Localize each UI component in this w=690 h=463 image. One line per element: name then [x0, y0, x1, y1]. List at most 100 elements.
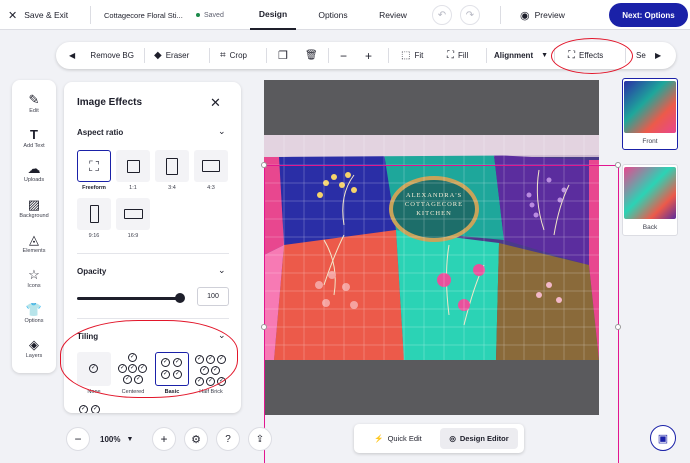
divider	[77, 318, 229, 319]
sidebar-item-label: Options	[24, 318, 44, 324]
zoom-dropdown[interactable]: 100% ▼	[100, 427, 145, 451]
opacity-slider-track[interactable]	[77, 297, 181, 300]
share-button[interactable]: ⇪	[248, 427, 272, 451]
ratio-16-9[interactable]: 16:9	[116, 198, 150, 239]
redo-button[interactable]: ↷	[460, 5, 480, 25]
editor-mode-switch: ⚡ Quick Edit ◎ Design Editor	[354, 424, 524, 453]
divider	[77, 253, 229, 254]
next-options-button[interactable]: Next: Options	[609, 3, 688, 27]
ratio-freeform[interactable]: ⛶ Freeform	[77, 150, 111, 191]
elements-icon: ◬	[29, 232, 39, 247]
selection-border-right	[618, 165, 619, 463]
fit-icon: ⬚	[401, 50, 411, 61]
resize-handle[interactable]	[261, 324, 267, 330]
question-icon: ?	[225, 433, 231, 445]
more-tools-button[interactable]: Se	[636, 42, 646, 69]
ratio-4-3[interactable]: 4:3	[194, 150, 228, 191]
zoom-in-image-button[interactable]: +	[365, 42, 372, 69]
artwork-image[interactable]: ALEXANDRA'S COTTAGECORE KITCHEN	[264, 135, 599, 360]
undo-button[interactable]: ↶	[432, 5, 452, 25]
eraser-button[interactable]: ◆ Eraser	[154, 42, 189, 69]
chevron-down-icon[interactable]: ⌄	[218, 265, 226, 276]
upload-cloud-icon: ☁	[27, 161, 41, 176]
divider	[144, 48, 145, 63]
sidebar-item-icons[interactable]: ☆ Icons	[12, 268, 56, 289]
page-label: Back	[642, 224, 658, 231]
redo-icon: ↷	[465, 9, 475, 21]
duplicate-button[interactable]: ❐	[278, 42, 288, 69]
badge-line: KITCHEN	[416, 210, 452, 217]
minus-icon: −	[340, 48, 348, 63]
tab-options[interactable]: Options	[310, 0, 356, 30]
sidebar-item-uploads[interactable]: ☁ Uploads	[12, 162, 56, 183]
tiling-more[interactable]: ✓ ✓	[77, 405, 111, 413]
magic-wand-icon: ✎	[28, 92, 40, 107]
back-thumbnail-image	[624, 167, 676, 219]
opacity-slider-thumb[interactable]	[175, 293, 185, 303]
sidebar-item-label: Add Text	[23, 143, 45, 149]
sidebar-item-label: Icons	[27, 283, 41, 289]
ratio-label: Freeform	[82, 185, 106, 191]
ratio-tile	[155, 150, 189, 182]
sidebar-item-options[interactable]: 👕 Options	[12, 303, 56, 324]
save-exit-button[interactable]: ✕ Save & Exit	[8, 0, 68, 30]
resize-handle[interactable]	[615, 324, 621, 330]
settings-button[interactable]: ⚙	[184, 427, 208, 451]
chevron-left-icon: ◀	[69, 51, 76, 60]
sidebar-item-background[interactable]: ▨ Background	[12, 198, 56, 219]
caret-down-icon: ▼	[541, 52, 549, 59]
toolbar-scroll-right[interactable]: ▶	[655, 42, 661, 69]
duplicate-icon: ❐	[278, 50, 288, 62]
preview-button[interactable]: ◉ Preview	[520, 0, 565, 30]
minus-icon: −	[74, 432, 82, 446]
fill-button[interactable]: ⛶ Fill	[447, 42, 468, 69]
ratio-1-1[interactable]: 1:1	[116, 150, 150, 191]
zoom-in-button[interactable]: +	[152, 427, 176, 451]
page-thumb-back[interactable]: Back	[622, 164, 678, 236]
quick-edit-label: Quick Edit	[387, 434, 422, 443]
toolbar-scroll-left[interactable]: ◀	[69, 42, 75, 69]
ratio-3-4[interactable]: 3:4	[155, 150, 189, 191]
portrait-icon	[166, 157, 178, 175]
design-editor-label: Design Editor	[459, 434, 509, 443]
badge-line: ALEXANDRA'S	[405, 192, 463, 199]
saved-dot-icon	[196, 13, 200, 17]
tab-design[interactable]: Design	[250, 0, 296, 30]
sidebar-item-elements[interactable]: ◬ Elements	[12, 233, 56, 254]
sidebar-item-edit[interactable]: ✎ Edit	[12, 93, 56, 114]
remove-bg-button[interactable]: Remove BG	[88, 42, 134, 69]
zoom-value: 100%	[100, 434, 121, 444]
document-name[interactable]: Cottagecore Floral Sti...	[104, 0, 186, 30]
page-thumb-front[interactable]: Front	[622, 78, 678, 150]
zoom-out-image-button[interactable]: −	[340, 42, 347, 69]
quick-edit-button[interactable]: ⚡ Quick Edit	[360, 428, 436, 449]
aspect-ratio-heading: Aspect ratio	[77, 128, 124, 137]
left-sidebar: ✎ Edit T Add Text ☁ Uploads ▨ Background ◬ El…	[12, 80, 56, 373]
resize-handle[interactable]	[261, 162, 267, 168]
chat-icon: ▣	[657, 432, 669, 445]
chevron-down-icon[interactable]: ⌄	[218, 126, 226, 137]
close-panel-button[interactable]: ✕	[210, 95, 221, 111]
tab-review[interactable]: Review	[370, 0, 416, 30]
chat-button[interactable]: ▣	[650, 425, 676, 451]
delete-button[interactable]: 🗑	[305, 42, 318, 69]
opacity-input[interactable]: 100	[197, 287, 229, 306]
fit-button[interactable]: ⬚ Fit	[401, 42, 423, 69]
sidebar-item-label: Elements	[22, 248, 46, 254]
help-button[interactable]: ?	[216, 427, 240, 451]
wide-icon	[123, 209, 143, 219]
ratio-label: 1:1	[129, 185, 137, 191]
chevron-right-icon: ▶	[655, 51, 662, 60]
zoom-out-button[interactable]: −	[66, 427, 90, 451]
alignment-dropdown[interactable]: Alignment ▼	[494, 42, 548, 69]
ratio-tile	[77, 198, 111, 230]
close-icon: ✕	[210, 95, 221, 110]
close-icon: ✕	[8, 9, 18, 22]
sidebar-item-add-text[interactable]: T Add Text	[12, 128, 56, 149]
design-editor-button[interactable]: ◎ Design Editor	[440, 428, 518, 449]
crop-button[interactable]: ⌗ Crop	[220, 42, 247, 69]
ratio-9-16[interactable]: 9:16	[77, 198, 111, 239]
divider	[388, 48, 389, 63]
selection-border-top	[264, 165, 619, 166]
sidebar-item-layers[interactable]: ◈ Layers	[12, 338, 56, 359]
